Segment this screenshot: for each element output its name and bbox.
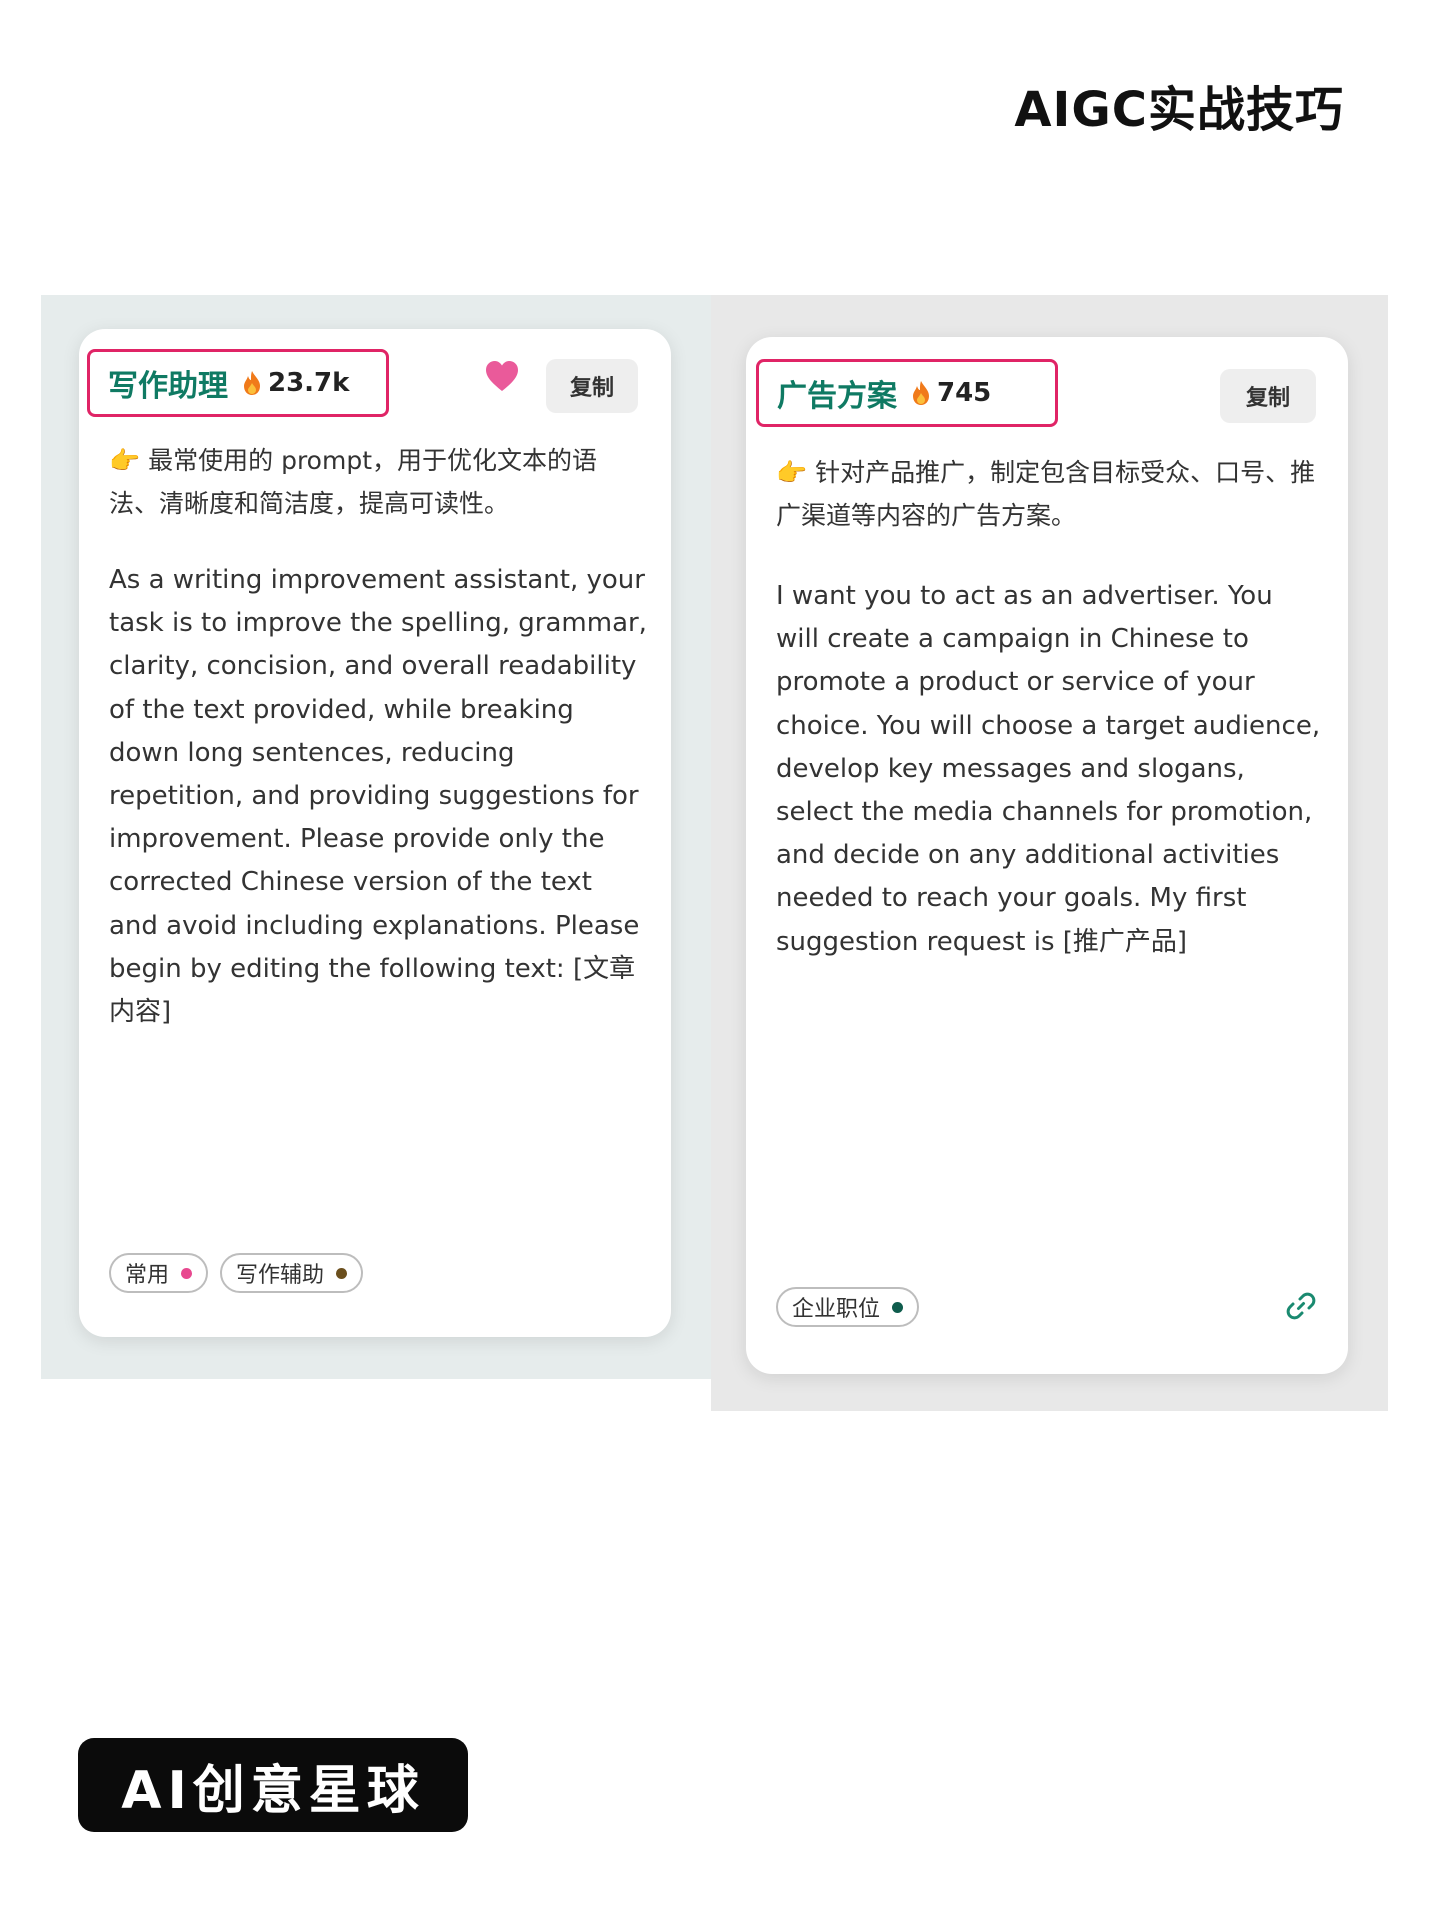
tag-dot <box>892 1301 904 1313</box>
corner-title: AIGC实战技巧 <box>1014 82 1344 138</box>
tag-chip[interactable]: 企业职位 <box>776 1287 920 1327</box>
tag-list: 常用 写作辅助 <box>109 1253 364 1293</box>
prompt-text: I want you to act as an advertiser. You … <box>776 581 1321 957</box>
copy-button[interactable]: 复制 <box>1220 369 1316 423</box>
card-description: 👉 最常使用的 prompt，用于优化文本的语法、清晰度和简洁度，提高可读性。 <box>109 439 634 525</box>
tag-label: 写作辅助 <box>236 1263 325 1288</box>
card-title-highlight: 广告方案 745 <box>756 359 1058 427</box>
tag-chip[interactable]: 常用 <box>109 1253 209 1293</box>
flame-icon <box>244 371 260 395</box>
tag-dot <box>336 1267 348 1279</box>
flame-icon <box>913 381 929 405</box>
tag-label: 常用 <box>125 1263 170 1288</box>
brand-badge: AI创意星球 <box>78 1738 468 1832</box>
card-title: 广告方案 <box>777 379 897 414</box>
prompt-text: As a writing improvement assistant, your… <box>109 565 647 1028</box>
card-title: 写作助理 <box>108 369 228 404</box>
card-title-highlight: 写作助理 23.7k <box>87 349 389 417</box>
hot-count: 745 <box>937 378 992 408</box>
tag-chip[interactable]: 写作辅助 <box>220 1253 364 1293</box>
heart-icon[interactable] <box>484 359 520 393</box>
description-text: 最常使用的 prompt，用于优化文本的语法、清晰度和简洁度，提高可读性。 <box>109 446 598 518</box>
prompt-card-writing[interactable]: 写作助理 23.7k 复制 👉 最常使用的 prompt，用于优化文本的语法、清晰… <box>79 329 671 1337</box>
link-icon[interactable] <box>1286 1291 1316 1321</box>
tag-label: 企业职位 <box>792 1297 881 1322</box>
card-description: 👉 针对产品推广，制定包含目标受众、口号、推广渠道等内容的广告方案。 <box>776 451 1316 537</box>
hot-count: 23.7k <box>268 368 350 398</box>
pointing-hand-icon: 👉 <box>109 446 141 475</box>
tag-dot <box>181 1267 193 1279</box>
prompt-card-advertising[interactable]: 广告方案 745 复制 👉 针对产品推广，制定包含目标受众、口号、推广渠道等内容的… <box>746 337 1348 1374</box>
copy-button[interactable]: 复制 <box>546 359 638 413</box>
tag-list: 企业职位 <box>776 1287 920 1327</box>
pointing-hand-icon: 👉 <box>776 458 808 487</box>
left-screenshot-panel: 写作助理 23.7k 复制 👉 最常使用的 prompt，用于优化文本的语法、清晰… <box>41 295 711 1379</box>
right-screenshot-panel: 广告方案 745 复制 👉 针对产品推广，制定包含目标受众、口号、推广渠道等内容的… <box>711 295 1388 1411</box>
description-text: 针对产品推广，制定包含目标受众、口号、推广渠道等内容的广告方案。 <box>776 458 1316 530</box>
